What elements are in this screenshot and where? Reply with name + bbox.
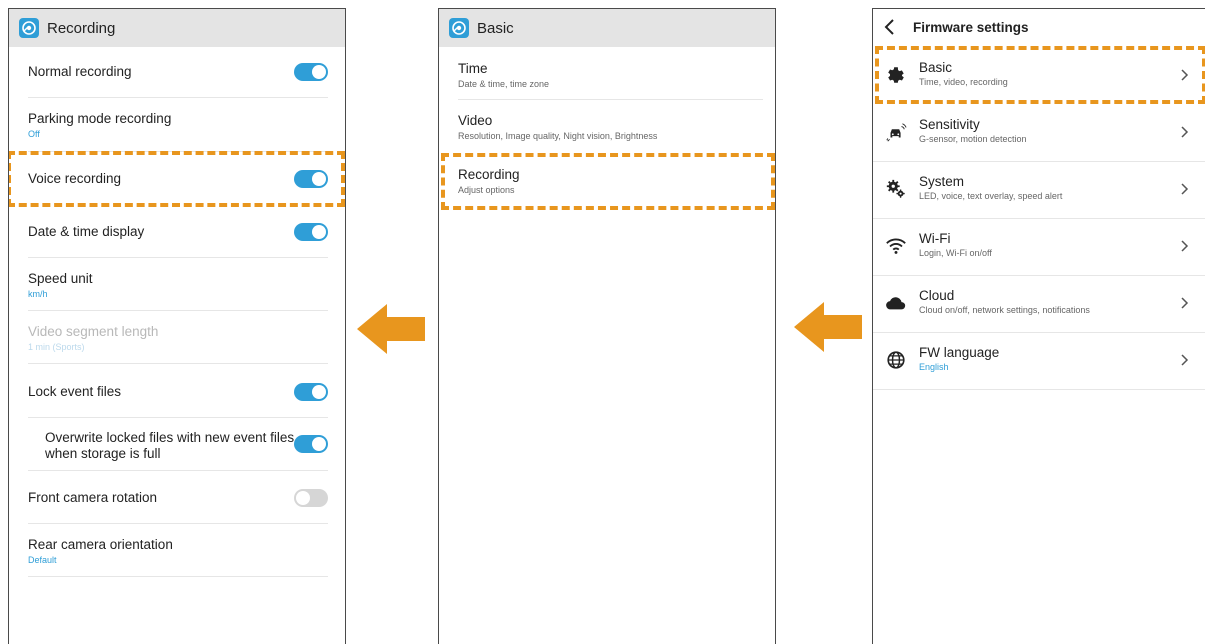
divider xyxy=(28,310,328,311)
divider xyxy=(28,417,328,418)
item-label: Video xyxy=(458,113,493,128)
overwrite-locked-files-toggle[interactable] xyxy=(294,435,328,453)
setting-value: Default xyxy=(28,555,57,565)
fw-item-cloud[interactable]: Cloud Cloud on/off, network settings, no… xyxy=(873,275,1205,332)
chevron-right-icon xyxy=(1181,354,1189,366)
setting-value: 1 min (Sports) xyxy=(28,342,85,352)
item-label: Time xyxy=(458,61,488,76)
lock-event-files-toggle[interactable] xyxy=(294,383,328,401)
setting-date-time-display[interactable]: Date & time display xyxy=(28,223,328,241)
chevron-right-icon xyxy=(1181,240,1189,252)
basic-item-video[interactable]: Video Resolution, Image quality, Night v… xyxy=(458,113,758,141)
setting-front-camera-rotation[interactable]: Front camera rotation xyxy=(28,489,328,507)
divider xyxy=(28,523,328,524)
fw-item-system[interactable]: System LED, voice, text overlay, speed a… xyxy=(873,161,1205,218)
divider xyxy=(28,470,328,471)
basic-header-title: Basic xyxy=(477,19,514,37)
wifi-icon xyxy=(886,238,906,254)
item-description: Resolution, Image quality, Night vision,… xyxy=(458,131,658,141)
chevron-right-icon xyxy=(1181,297,1189,309)
basic-item-time[interactable]: Time Date & time, time zone xyxy=(458,61,758,89)
dashcam-app-icon xyxy=(19,18,39,38)
front-camera-rotation-toggle[interactable] xyxy=(294,489,328,507)
setting-label: Date & time display xyxy=(28,224,145,239)
fw-item-description: Cloud on/off, network settings, notifica… xyxy=(919,305,1090,315)
basic-settings-panel: Basic Time Date & time, time zone Video … xyxy=(438,8,776,644)
recording-settings-panel: Recording Normal recording Parking mode … xyxy=(8,8,346,644)
fw-item-description: Login, Wi-Fi on/off xyxy=(919,248,992,258)
date-time-display-toggle[interactable] xyxy=(294,223,328,241)
setting-label: Front camera rotation xyxy=(28,490,158,505)
voice-recording-highlight xyxy=(9,151,345,207)
fw-item-label: System xyxy=(919,174,965,189)
fw-item-value: English xyxy=(919,362,949,372)
basic-header: Basic xyxy=(439,9,775,47)
setting-label: Rear camera orientation xyxy=(28,537,173,552)
fw-item-label: Cloud xyxy=(919,288,955,303)
divider xyxy=(873,389,1205,390)
fw-item-description: G-sensor, motion detection xyxy=(919,134,1027,144)
item-description: Date & time, time zone xyxy=(458,79,550,89)
dashcam-app-icon xyxy=(449,18,469,38)
firmware-header-title: Firmware settings xyxy=(913,19,1029,35)
fw-item-fw-language[interactable]: FW language English xyxy=(873,332,1205,389)
setting-lock-event-files[interactable]: Lock event files xyxy=(28,383,328,401)
arrow-left-icon xyxy=(794,302,862,352)
recording-highlight xyxy=(441,153,775,210)
divider xyxy=(28,97,328,98)
fw-item-label: Wi-Fi xyxy=(919,231,951,246)
setting-label: Speed unit xyxy=(28,271,93,286)
setting-label: Overwrite locked files with new event fi… xyxy=(45,430,295,461)
globe-icon xyxy=(887,351,905,369)
setting-video-segment-length: Video segment length 1 min (Sports) xyxy=(28,324,328,352)
fw-item-description: LED, voice, text overlay, speed alert xyxy=(919,191,1063,201)
back-arrow-icon[interactable] xyxy=(881,18,899,36)
normal-recording-toggle[interactable] xyxy=(294,63,328,81)
fw-item-wifi[interactable]: Wi-Fi Login, Wi-Fi on/off xyxy=(873,218,1205,275)
firmware-settings-panel: Firmware settings Basic Time, video, rec… xyxy=(872,8,1205,644)
divider xyxy=(28,257,328,258)
setting-label: Video segment length xyxy=(28,324,159,339)
divider xyxy=(28,363,328,364)
setting-parking-mode-recording[interactable]: Parking mode recording Off xyxy=(28,111,328,139)
recording-header-title: Recording xyxy=(47,19,116,37)
setting-label: Lock event files xyxy=(28,384,122,399)
chevron-right-icon xyxy=(1181,126,1189,138)
recording-header: Recording xyxy=(9,9,345,47)
divider xyxy=(28,576,328,577)
setting-normal-recording[interactable]: Normal recording xyxy=(28,63,328,81)
setting-speed-unit[interactable]: Speed unit km/h xyxy=(28,271,328,299)
setting-label: Normal recording xyxy=(28,64,132,79)
cloud-icon xyxy=(886,297,906,310)
fw-item-sensitivity[interactable]: Sensitivity G-sensor, motion detection xyxy=(873,104,1205,161)
basic-highlight xyxy=(875,46,1205,104)
setting-overwrite-locked-files[interactable]: Overwrite locked files with new event fi… xyxy=(45,430,328,462)
setting-value: km/h xyxy=(28,289,48,299)
arrow-left-icon xyxy=(357,304,425,354)
chevron-right-icon xyxy=(1181,183,1189,195)
setting-rear-camera-orientation[interactable]: Rear camera orientation Default xyxy=(28,537,328,565)
car-impact-icon xyxy=(886,123,907,142)
setting-value: Off xyxy=(28,129,40,139)
setting-label: Parking mode recording xyxy=(28,111,172,126)
gears-icon xyxy=(886,179,905,198)
firmware-header: Firmware settings xyxy=(873,9,1205,45)
divider xyxy=(458,99,763,100)
fw-item-label: FW language xyxy=(919,345,1000,360)
fw-item-label: Sensitivity xyxy=(919,117,980,132)
